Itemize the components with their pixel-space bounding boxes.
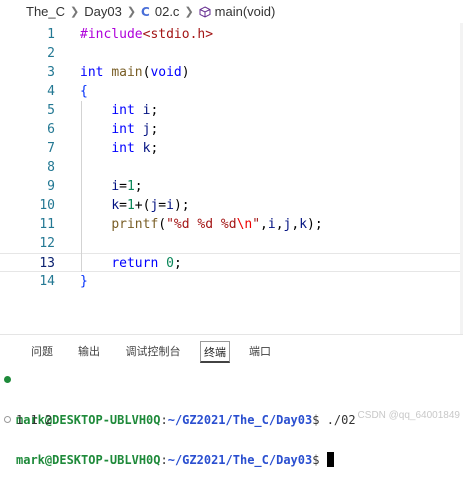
- code-line-9[interactable]: 9 i=1;: [0, 177, 463, 196]
- line-number[interactable]: 12: [15, 234, 55, 253]
- line-number[interactable]: 11: [15, 215, 55, 234]
- code-text: int i;: [111, 103, 159, 118]
- code-line-14[interactable]: 14}: [0, 272, 463, 291]
- tab-problems[interactable]: 问题: [26, 341, 58, 363]
- chevron-right-icon: ❯: [70, 6, 80, 18]
- terminal-path: ~/GZ2021/The_C/Day03: [167, 453, 313, 467]
- line-number[interactable]: 7: [15, 139, 55, 158]
- c-file-icon: C: [141, 4, 150, 19]
- method-cube-icon: [199, 5, 211, 18]
- breadcrumb-symbol[interactable]: main(void): [215, 4, 276, 19]
- code-text: printf("%d %d %d\n",i,j,k);: [111, 217, 323, 232]
- terminal-cursor: [326, 452, 334, 467]
- prompt-symbol: $: [312, 453, 320, 467]
- prompt-dot-icon[interactable]: [4, 416, 11, 423]
- tab-debug-console[interactable]: 调试控制台: [120, 341, 186, 363]
- breadcrumb: The_C ❯ Day03 ❯ C 02.c ❯ main(void): [0, 0, 463, 23]
- tab-terminal[interactable]: 终端: [200, 341, 230, 363]
- code-text: {: [80, 84, 88, 99]
- prompt-symbol: $: [312, 413, 320, 427]
- indent-guide: [81, 101, 82, 272]
- panel-tabs: 问题 输出 调试控制台 终端 端口: [0, 335, 463, 370]
- terminal-line-prompt: mark@DESKTOP-UBLVH0Q:~/GZ2021/The_C/Day0…: [0, 410, 334, 467]
- code-line-1[interactable]: 1 #include<stdio.h>: [0, 25, 463, 44]
- code-text: i=1;: [111, 179, 143, 194]
- watermark: CSDN @qq_64001849: [357, 410, 460, 421]
- line-number[interactable]: 6: [15, 120, 55, 139]
- code-text: #include<stdio.h>: [80, 27, 214, 42]
- code-line-11[interactable]: 11 printf("%d %d %d\n",i,j,k);: [0, 215, 463, 234]
- breadcrumb-folder-day03[interactable]: Day03: [84, 4, 122, 19]
- chevron-right-icon: ❯: [126, 6, 137, 18]
- code-line-13[interactable]: 13 return 0;: [0, 253, 463, 272]
- code-text: int k;: [111, 141, 159, 156]
- code-text: int j;: [111, 122, 159, 137]
- command-success-dot-icon[interactable]: [4, 376, 11, 383]
- terminal-path: ~/GZ2021/The_C/Day03: [167, 413, 313, 427]
- code-text: }: [80, 274, 88, 289]
- terminal-user: mark@DESKTOP-UBLVH0Q: [16, 453, 161, 467]
- code-text: return 0;: [111, 256, 182, 271]
- line-number[interactable]: 13: [15, 254, 55, 273]
- terminal-command: ./02: [326, 413, 356, 427]
- code-editor[interactable]: 1 #include<stdio.h> 2 3 int main(void) 4{5 in…: [0, 23, 463, 335]
- code-line-8[interactable]: 8: [0, 158, 463, 177]
- chevron-right-icon: ❯: [184, 6, 194, 18]
- tab-output[interactable]: 输出: [73, 341, 105, 363]
- tab-ports[interactable]: 端口: [244, 341, 276, 363]
- line-number[interactable]: 8: [15, 158, 55, 177]
- code-text: k=1+(j=i);: [111, 198, 190, 213]
- code-line-3[interactable]: 3 int main(void): [0, 63, 463, 82]
- terminal-line-command: mark@DESKTOP-UBLVH0Q:~/GZ2021/The_C/Day0…: [0, 370, 356, 427]
- code-line-10[interactable]: 10 k=1+(j=i);: [0, 196, 463, 215]
- line-number[interactable]: 9: [15, 177, 55, 196]
- line-number[interactable]: 3: [15, 63, 55, 82]
- breadcrumb-file[interactable]: 02.c: [155, 4, 180, 19]
- line-number[interactable]: 5: [15, 101, 55, 120]
- line-number[interactable]: 1: [15, 25, 55, 44]
- code-text: int main(void): [80, 65, 190, 80]
- code-line-4[interactable]: 4{: [0, 82, 463, 101]
- breadcrumb-folder-the-c[interactable]: The_C: [26, 4, 65, 19]
- code-line-12[interactable]: 12: [0, 234, 463, 253]
- line-number[interactable]: 4: [15, 82, 55, 101]
- code-line-5[interactable]: 5 int i;: [0, 101, 463, 120]
- code-line-2[interactable]: 2: [0, 44, 463, 63]
- line-number[interactable]: 14: [15, 272, 55, 291]
- code-line-7[interactable]: 7 int k;: [0, 139, 463, 158]
- line-number[interactable]: 10: [15, 196, 55, 215]
- code-line-6[interactable]: 6 int j;: [0, 120, 463, 139]
- line-number[interactable]: 2: [15, 44, 55, 63]
- terminal-line-output: 1 1 2: [0, 390, 52, 427]
